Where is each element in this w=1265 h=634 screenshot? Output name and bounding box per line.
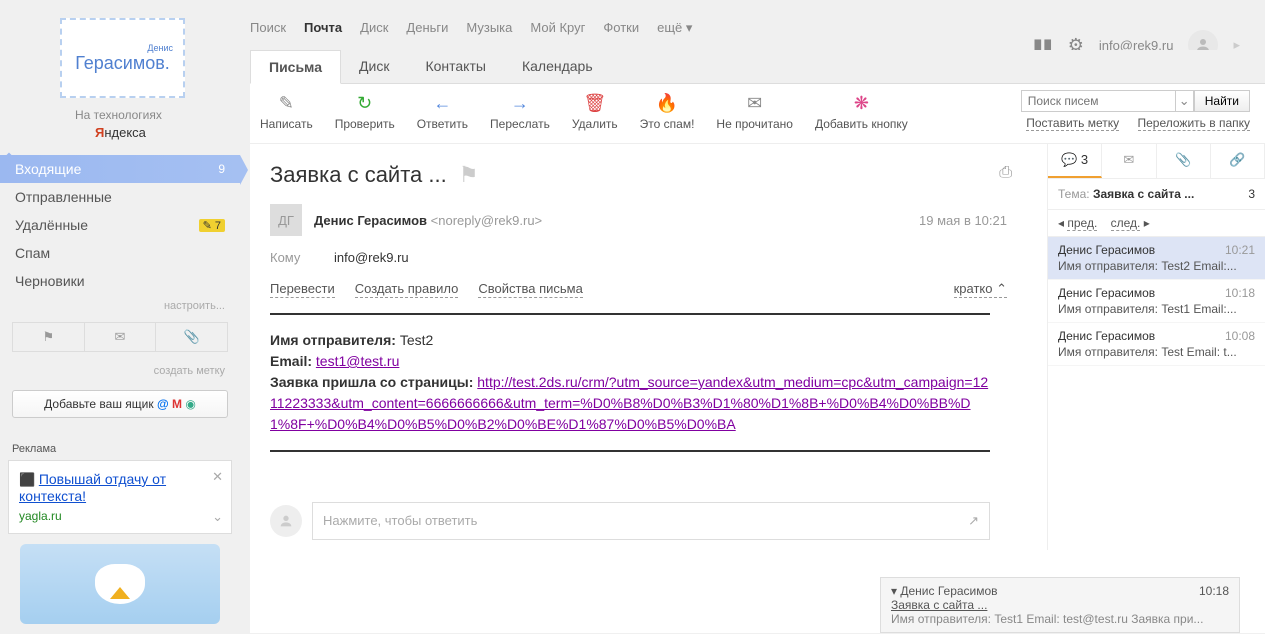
sender-row: ДГ Денис Герасимов <noreply@rek9.ru> 19 … xyxy=(270,196,1027,244)
preview-popup[interactable]: ▾ Денис Герасимов 10:18 Заявка с сайта .… xyxy=(880,577,1240,633)
ad-expand-icon[interactable]: ⌄ xyxy=(212,509,223,525)
email-area: Заявка с сайта ...⚑ ⎙ ДГ Денис Герасимов… xyxy=(250,144,1265,550)
thread-subject: Тема: Заявка с сайта ... 3 xyxy=(1048,179,1265,210)
tool-Переслать[interactable]: →Переслать xyxy=(490,92,550,131)
logo-name: Герасимов. xyxy=(75,53,170,74)
yandex-logo: Яндекса xyxy=(95,125,146,140)
email-date: 19 мая в 10:21 xyxy=(919,213,1007,228)
sender-address: <noreply@rek9.ru> xyxy=(431,213,542,228)
topnav-Почта[interactable]: Почта xyxy=(304,20,342,36)
thread-tab-link[interactable]: 🔗 xyxy=(1211,144,1265,178)
thread-item[interactable]: Денис Герасимов10:08Имя отправителя: Tes… xyxy=(1048,323,1265,366)
search-links: Поставить метку Переложить в папку xyxy=(1011,116,1250,130)
search-dropdown-icon[interactable]: ⌄ xyxy=(1176,90,1194,112)
ad-site: yagla.ru xyxy=(19,509,221,523)
tool-Добавить кнопку[interactable]: ❋Добавить кнопку xyxy=(815,92,908,131)
reply-box[interactable]: Нажмите, чтобы ответить ↗ xyxy=(270,502,990,540)
popout-icon[interactable]: ↗ xyxy=(968,513,979,529)
translate-link[interactable]: Перевести xyxy=(270,281,335,298)
email-subject: Заявка с сайта ...⚑ xyxy=(270,154,1027,196)
topnav-Деньги[interactable]: Деньги xyxy=(406,20,448,36)
sidebar-actions: ⚑ ✉ 📎 xyxy=(12,322,228,352)
folder-Входящие[interactable]: Входящие9 xyxy=(0,155,240,183)
preview-subject[interactable]: Заявка с сайта ... xyxy=(891,598,1229,612)
folder-Удалённые[interactable]: Удалённые✎ 7 xyxy=(0,211,240,239)
create-rule-link[interactable]: Создать правило xyxy=(355,281,459,298)
tab-Письма[interactable]: Письма xyxy=(250,50,341,84)
topnav-Диск[interactable]: Диск xyxy=(360,20,388,36)
logo-subtext: Денис xyxy=(62,43,183,53)
ad-close-icon[interactable]: ✕ xyxy=(212,469,223,485)
settings-link[interactable]: настроить... xyxy=(0,295,240,317)
topnav-Музыка[interactable]: Музыка xyxy=(466,20,512,36)
tool-Ответить[interactable]: ←Ответить xyxy=(417,92,468,131)
thread-panel: 💬 3 ✉ 📎 🔗 Тема: Заявка с сайта ... 3 ◂ п… xyxy=(1047,144,1265,550)
attach-action[interactable]: 📎 xyxy=(156,323,227,351)
search-area: ⌄ Найти xyxy=(1021,90,1250,112)
logo-tech: На технологиях xyxy=(75,108,162,122)
tool-Проверить[interactable]: ↻Проверить xyxy=(335,92,395,131)
flag-action[interactable]: ⚑ xyxy=(13,323,85,351)
sender-avatar: ДГ xyxy=(270,204,302,236)
flag-icon[interactable]: ⚑ xyxy=(459,162,479,188)
top-nav: Поиск Почта Диск Деньги Музыка Мой Круг Фотки е… xyxy=(250,15,692,36)
tab-Календарь[interactable]: Календарь xyxy=(504,50,611,83)
preview-body: Имя отправителя: Test1 Email: test@test.… xyxy=(891,612,1229,626)
set-label-link[interactable]: Поставить метку xyxy=(1026,116,1119,131)
email-actions: Перевести Создать правило Свойства письм… xyxy=(270,271,1027,313)
mail-action[interactable]: ✉ xyxy=(85,323,157,351)
tool-Удалить[interactable]: 🗑Удалить xyxy=(572,92,618,131)
reply-input[interactable]: Нажмите, чтобы ответить ↗ xyxy=(312,502,990,540)
to-label: Кому xyxy=(270,250,300,265)
tab-Контакты[interactable]: Контакты xyxy=(407,50,503,83)
next-link[interactable]: след. xyxy=(1111,216,1141,231)
sender-name: Денис Герасимов xyxy=(314,213,427,228)
email-link[interactable]: test1@test.ru xyxy=(316,353,399,369)
email-content: Имя отправителя: Test2 Email: test1@test… xyxy=(270,313,990,482)
add-mailbox-button[interactable]: Добавьте ваш ящик @ M ◉ xyxy=(12,390,228,418)
thread-nav: ◂ пред. след. ▸ xyxy=(1048,210,1265,237)
ad-title[interactable]: Повышай отдачу от контекста! xyxy=(19,471,166,504)
ad-box[interactable]: ⬛ Повышай отдачу от контекста! yagla.ru … xyxy=(8,460,232,534)
topnav-Мой Круг[interactable]: Мой Круг xyxy=(530,20,585,36)
brief-toggle[interactable]: кратко ⌃ xyxy=(954,281,1007,298)
thread-tab-messages[interactable]: 💬 3 xyxy=(1048,144,1102,178)
to-row: Кому info@rek9.ru xyxy=(270,244,1027,271)
thread-tabs: 💬 3 ✉ 📎 🔗 xyxy=(1048,144,1265,179)
topnav-Поиск[interactable]: Поиск xyxy=(250,20,286,36)
main-tabs: ПисьмаДискКонтактыКалендарь xyxy=(250,50,1265,84)
tool-Написать[interactable]: ✎Написать xyxy=(260,92,313,131)
tab-Диск[interactable]: Диск xyxy=(341,50,407,83)
ad-icon: ⬛ xyxy=(19,472,35,487)
topnav-Фотки[interactable]: Фотки xyxy=(603,20,639,36)
tool-Это спам![interactable]: 🔥Это спам! xyxy=(640,92,695,131)
search-input[interactable] xyxy=(1021,90,1176,112)
thread-tab-mail[interactable]: ✉ xyxy=(1102,144,1156,178)
create-label-link[interactable]: создать метку xyxy=(0,357,240,385)
folder-Спам[interactable]: Спам xyxy=(0,239,240,267)
topnav-ещё ▾[interactable]: ещё ▾ xyxy=(657,20,692,36)
main-content: ПисьмаДискКонтактыКалендарь ✎Написать ↻Пр… xyxy=(250,50,1265,633)
to-address: info@rek9.ru xyxy=(334,250,409,265)
ad-image xyxy=(20,544,220,624)
email-body: Заявка с сайта ...⚑ ⎙ ДГ Денис Герасимов… xyxy=(250,144,1047,550)
ad-label: Реклама xyxy=(0,423,240,460)
folder-Черновики[interactable]: Черновики xyxy=(0,267,240,295)
print-icon[interactable]: ⎙ xyxy=(999,164,1012,182)
logo-card: Денис Герасимов. xyxy=(60,18,185,98)
move-folder-link[interactable]: Переложить в папку xyxy=(1138,116,1251,131)
thread-item[interactable]: Денис Герасимов10:21Имя отправителя: Tes… xyxy=(1048,237,1265,280)
sidebar: Входящие9ОтправленныеУдалённые✎ 7СпамЧер… xyxy=(0,155,240,634)
properties-link[interactable]: Свойства письма xyxy=(478,281,582,298)
thread-tab-attach[interactable]: 📎 xyxy=(1157,144,1211,178)
reply-avatar xyxy=(270,505,302,537)
thread-item[interactable]: Денис Герасимов10:18Имя отправителя: Tes… xyxy=(1048,280,1265,323)
prev-link[interactable]: пред. xyxy=(1067,216,1097,231)
search-button[interactable]: Найти xyxy=(1194,90,1250,112)
tool-Не прочитано[interactable]: ✉Не прочитано xyxy=(716,92,793,131)
folder-Отправленные[interactable]: Отправленные xyxy=(0,183,240,211)
